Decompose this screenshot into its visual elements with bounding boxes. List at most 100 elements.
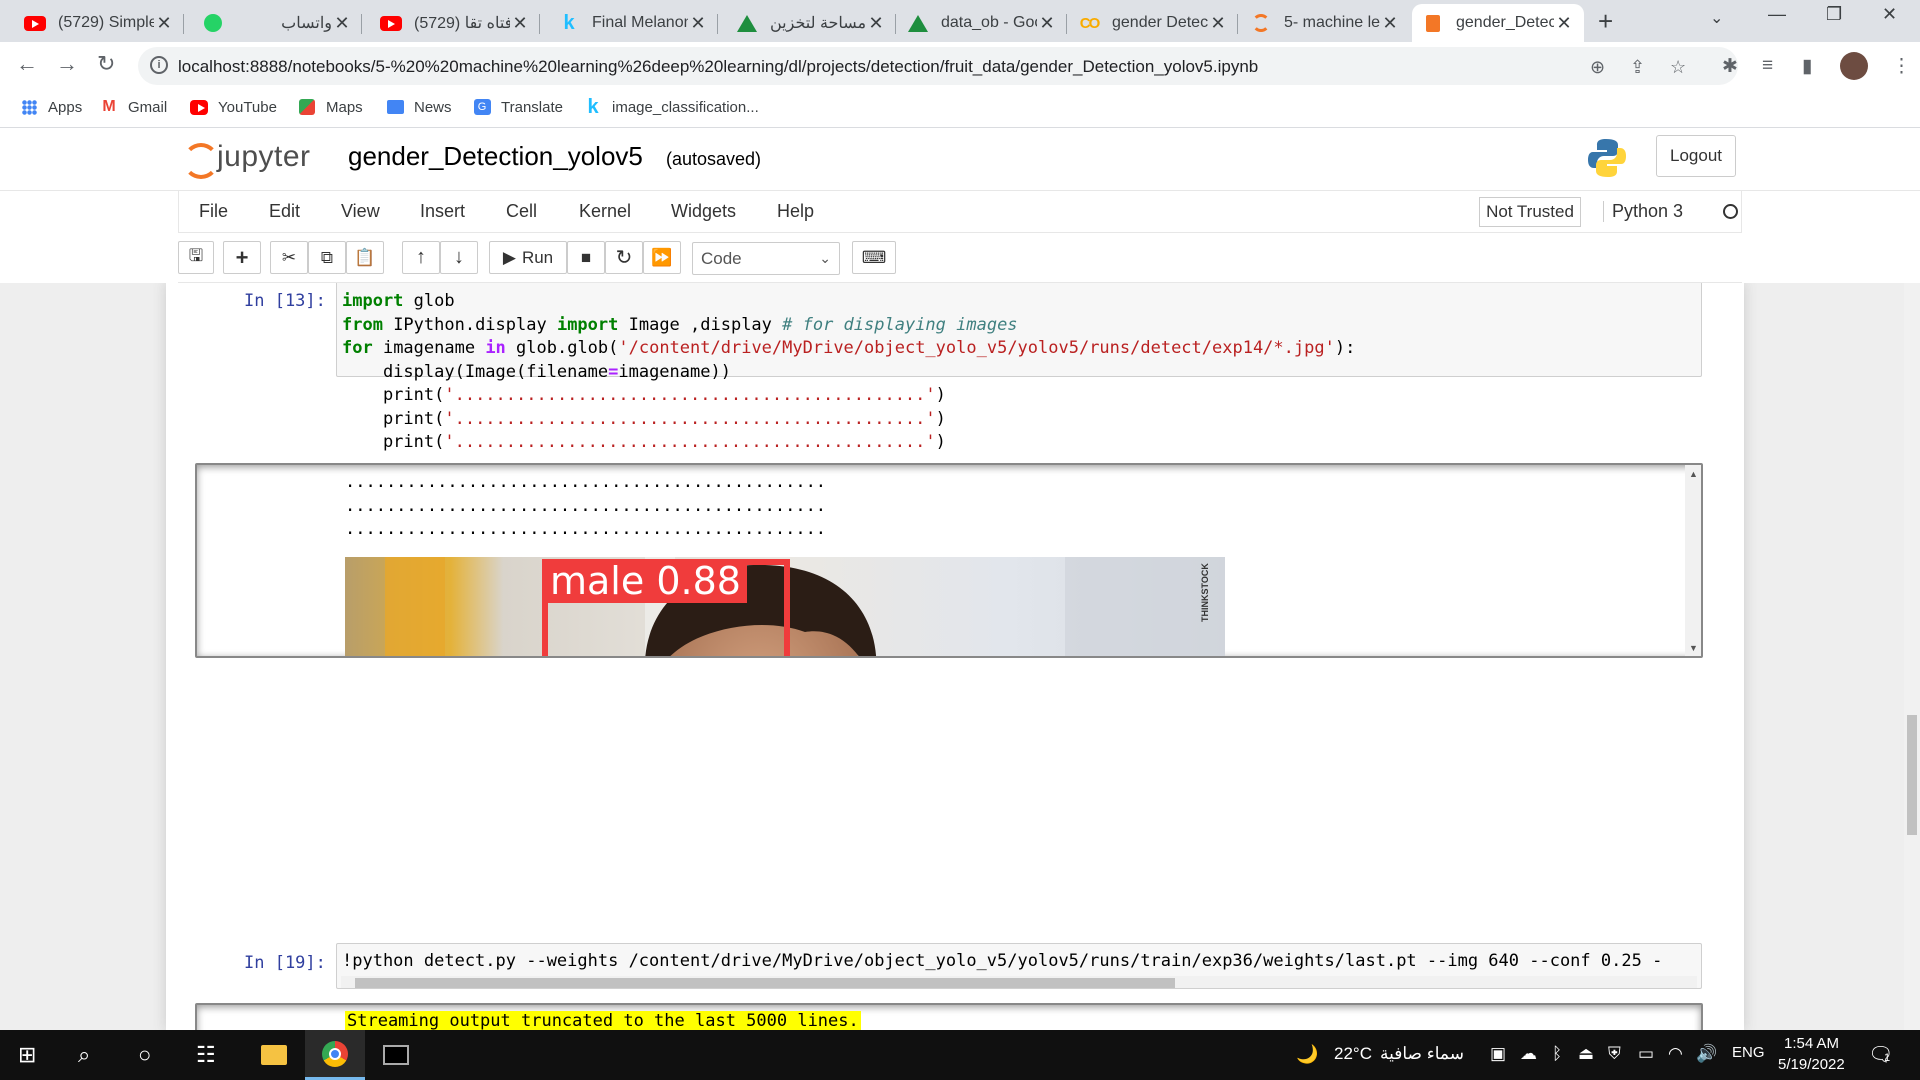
chrome-icon[interactable] — [305, 1030, 365, 1080]
weather-temperature[interactable]: 22°C — [1334, 1044, 1372, 1064]
battery-icon[interactable]: ▭ — [1638, 1044, 1654, 1064]
scroll-thumb[interactable] — [1907, 715, 1917, 835]
input-language[interactable]: ENG — [1732, 1044, 1765, 1061]
save-icon[interactable]: 🖫 — [178, 241, 214, 274]
task-view-icon[interactable]: ☷ — [196, 1042, 216, 1068]
trust-status-button[interactable]: Not Trusted — [1479, 197, 1581, 227]
tab-kaggle-melanoma[interactable]: k Final Melanom ✕ — [548, 4, 718, 42]
forward-icon[interactable]: → — [56, 51, 78, 77]
windows-start-icon[interactable]: ⊞ — [18, 1042, 36, 1068]
profile-avatar[interactable] — [1840, 52, 1868, 80]
close-tab-icon[interactable]: ✕ — [1554, 13, 1574, 34]
onedrive-icon[interactable]: ☁ — [1520, 1044, 1537, 1064]
extensions-icon[interactable]: ✱ — [1722, 55, 1738, 78]
close-tab-icon[interactable]: ✕ — [154, 13, 174, 34]
menu-file[interactable]: File — [199, 201, 228, 222]
reading-list-icon[interactable]: ≡ — [1762, 55, 1773, 77]
terminal-icon[interactable] — [366, 1030, 426, 1080]
volume-icon[interactable]: 🔊 — [1696, 1044, 1717, 1064]
run-button[interactable]: ▶ Run — [489, 241, 567, 274]
reload-icon[interactable]: ↻ — [97, 51, 115, 77]
tab-whatsapp[interactable]: واتساب ✕ — [192, 4, 362, 42]
bookmark-star-icon[interactable]: ☆ — [1670, 57, 1686, 78]
menu-widgets[interactable]: Widgets — [671, 201, 736, 222]
fast-forward-icon[interactable]: ⏩ — [643, 241, 681, 274]
weather-moon-icon[interactable]: 🌙 — [1296, 1044, 1318, 1065]
bookmark-translate[interactable]: G Translate — [473, 98, 563, 116]
output-area[interactable]: ........................................… — [195, 463, 1703, 658]
bookmark-apps[interactable]: Apps — [20, 98, 82, 116]
menu-help[interactable]: Help — [777, 201, 814, 222]
page-scrollbar[interactable] — [1904, 283, 1920, 1030]
bookmark-youtube[interactable]: YouTube — [190, 98, 277, 116]
code-cell-input[interactable]: !python detect.py --weights /content/dri… — [336, 943, 1702, 989]
new-tab-icon[interactable]: + — [1598, 6, 1613, 37]
keyboard-icon[interactable]: ⌨ — [852, 241, 896, 274]
interrupt-icon[interactable]: ■ — [567, 241, 605, 274]
tab-colab-gender[interactable]: CO gender Detect ✕ — [1068, 4, 1238, 42]
wifi-icon[interactable]: ◠ — [1668, 1044, 1683, 1064]
bookmark-gmail[interactable]: M Gmail — [100, 98, 167, 116]
bookmark-maps[interactable]: Maps — [298, 98, 363, 116]
site-info-icon[interactable]: i — [150, 56, 168, 74]
close-tab-icon[interactable]: ✕ — [332, 13, 352, 34]
add-cell-icon[interactable]: + — [223, 241, 261, 274]
code-horizontal-scrollbar[interactable] — [341, 976, 1697, 988]
move-down-icon[interactable]: ↓ — [440, 241, 478, 274]
menu-view[interactable]: View — [341, 201, 380, 222]
menu-kernel[interactable]: Kernel — [579, 201, 631, 222]
side-panel-icon[interactable]: ▮ — [1802, 55, 1812, 78]
url-text[interactable]: localhost:8888/notebooks/5-%20%20machine… — [178, 57, 1258, 77]
restart-icon[interactable]: ↻ — [605, 241, 643, 274]
restore-icon[interactable]: ❐ — [1826, 4, 1842, 25]
close-tab-icon[interactable]: ✕ — [1208, 13, 1228, 34]
zoom-icon[interactable]: ⊕ — [1590, 57, 1605, 78]
bluetooth-icon[interactable]: ᛒ — [1552, 1044, 1562, 1064]
weather-condition[interactable]: سماء صافية — [1380, 1044, 1464, 1064]
scroll-up-arrow-icon[interactable]: ▲ — [1689, 469, 1698, 479]
tab-drive-storage[interactable]: مساحة لتخزين ✕ — [726, 4, 896, 42]
search-icon[interactable]: ⌕ — [78, 1042, 90, 1068]
cortana-icon[interactable]: ○ — [138, 1042, 151, 1068]
minimize-icon[interactable]: — — [1768, 4, 1786, 25]
close-window-icon[interactable]: ✕ — [1882, 4, 1897, 25]
tab-search-chevron-icon[interactable]: ⌄ — [1710, 8, 1723, 28]
move-up-icon[interactable]: ↑ — [402, 241, 440, 274]
logout-button[interactable]: Logout — [1656, 135, 1736, 177]
menu-edit[interactable]: Edit — [269, 201, 300, 222]
tab-drive-data-ob[interactable]: data_ob - Goo ✕ — [897, 4, 1067, 42]
scroll-thumb[interactable] — [355, 978, 1175, 988]
kernel-name[interactable]: Python 3 — [1603, 201, 1683, 222]
tab-youtube-simple[interactable]: (5729) Simple ✕ — [14, 4, 184, 42]
menu-insert[interactable]: Insert — [420, 201, 465, 222]
bookmark-news[interactable]: News — [386, 98, 452, 116]
tab-youtube-arabic[interactable]: (5729) فتاه تقا ✕ — [370, 4, 540, 42]
address-bar[interactable]: i localhost:8888/notebooks/5-%20%20machi… — [138, 47, 1738, 85]
close-tab-icon[interactable]: ✕ — [1380, 13, 1400, 34]
jupyter-logo[interactable]: jupyter — [181, 139, 311, 179]
chrome-menu-icon[interactable]: ⋮ — [1892, 55, 1911, 78]
notebook-scroll-area[interactable]: In [13]: import glob from IPython.displa… — [0, 283, 1920, 1030]
notebook-title[interactable]: gender_Detection_yolov5 — [348, 141, 643, 172]
paste-icon[interactable]: 📋 — [346, 241, 384, 274]
share-icon[interactable]: ⇪ — [1630, 57, 1645, 78]
scroll-down-arrow-icon[interactable]: ▼ — [1689, 643, 1698, 653]
zoom-app-icon[interactable]: ▣ — [1490, 1044, 1506, 1064]
usb-icon[interactable]: ⏏ — [1578, 1044, 1594, 1064]
code-text[interactable]: import glob from IPython.display import … — [337, 283, 1701, 463]
close-tab-icon[interactable]: ✕ — [1037, 13, 1057, 34]
cut-icon[interactable]: ✂ — [270, 241, 308, 274]
menu-cell[interactable]: Cell — [506, 201, 537, 222]
file-explorer-icon[interactable] — [244, 1030, 304, 1080]
output-scrollbar[interactable]: ▲ ▼ — [1685, 465, 1701, 656]
tab-jupyter-ml[interactable]: 5- machine le ✕ — [1240, 4, 1410, 42]
clock-time[interactable]: 1:54 AM — [1784, 1035, 1839, 1052]
close-tab-icon[interactable]: ✕ — [688, 13, 708, 34]
close-tab-icon[interactable]: ✕ — [510, 13, 530, 34]
back-icon[interactable]: ← — [16, 51, 38, 77]
close-tab-icon[interactable]: ✕ — [866, 13, 886, 34]
output-area[interactable]: Streaming output truncated to the last 5… — [195, 1003, 1703, 1030]
copy-icon[interactable]: ⧉ — [308, 241, 346, 274]
code-cell-input[interactable]: import glob from IPython.display import … — [336, 283, 1702, 452]
security-shield-icon[interactable]: ⛨ — [1608, 1044, 1621, 1064]
